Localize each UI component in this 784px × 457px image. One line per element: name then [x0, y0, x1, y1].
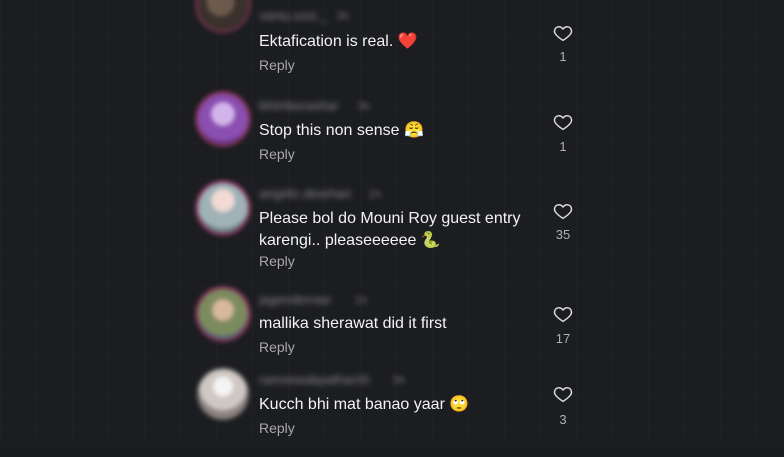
comment-text: Kucch bhi mat banao yaar 🙄	[259, 393, 469, 415]
comment-time: 1h	[368, 187, 382, 201]
reply-button[interactable]: Reply	[259, 146, 295, 162]
avatar[interactable]	[198, 183, 248, 233]
heart-outline-icon[interactable]	[553, 202, 573, 220]
heart-outline-icon[interactable]	[553, 305, 573, 323]
eye-roll-emoji: 🙄	[449, 394, 470, 413]
comment-body: Kucch bhi mat banao yaar	[259, 396, 445, 413]
like-count: 1	[559, 139, 567, 154]
avatar[interactable]	[198, 94, 248, 144]
comments-list: vaniu.xxxi._ 3h Ektafication is real. ❤️…	[0, 0, 784, 441]
comment-text: mallika sherawat did it first	[259, 313, 447, 334]
like-count: 1	[559, 49, 567, 64]
comment-username[interactable]: bhimborashar	[259, 98, 339, 113]
comment-item: bhimborashar 3h Stop this non sense 😤 Re…	[0, 90, 784, 180]
reply-button[interactable]: Reply	[259, 57, 295, 73]
reply-button[interactable]: Reply	[259, 420, 295, 436]
heart-emoji: ❤️	[397, 31, 418, 50]
like-count: 35	[555, 227, 571, 242]
comment-body: Ektafication is real.	[259, 33, 394, 50]
comment-username[interactable]: vaniu.xxxi._	[259, 8, 327, 23]
avatar[interactable]	[198, 0, 248, 30]
heart-outline-icon[interactable]	[553, 385, 573, 403]
comment-body: mallika sherawat did it first	[259, 315, 447, 332]
reply-button[interactable]: Reply	[259, 339, 295, 355]
like-count: 3	[559, 412, 567, 427]
comment-time: 1h	[354, 293, 368, 307]
comment-text: Please bol do Mouni Roy guest entry kare…	[259, 208, 529, 251]
comment-item: angelic.dearhan 1h Please bol do Mouni R…	[0, 180, 784, 270]
comment-time: 3h	[392, 373, 406, 387]
reply-button[interactable]: Reply	[259, 253, 295, 269]
heart-outline-icon[interactable]	[553, 113, 573, 131]
comment-text: Stop this non sense 😤	[259, 119, 424, 141]
comment-time: 3h	[357, 99, 371, 113]
comment-item: jagenderraw 1h mallika sherawat did it f…	[0, 286, 784, 376]
comment-text: Ektafication is real. ❤️	[259, 30, 418, 52]
comment-username[interactable]: jagenderraw	[259, 292, 331, 307]
comment-username[interactable]: angelic.dearhan	[259, 186, 352, 201]
comment-body: Please bol do Mouni Roy guest entry kare…	[259, 210, 521, 249]
avatar[interactable]	[198, 289, 248, 339]
comment-time: 3h	[336, 9, 350, 23]
comment-item: vaniu.xxxi._ 3h Ektafication is real. ❤️…	[0, 0, 784, 90]
like-count: 17	[555, 331, 571, 346]
avatar[interactable]	[198, 369, 248, 419]
comment-body: Stop this non sense	[259, 122, 400, 139]
comment-item: ramsewakpatharri0 3h Kucch bhi mat banao…	[0, 367, 784, 457]
comment-username[interactable]: ramsewakpatharri0	[259, 372, 370, 387]
heart-outline-icon[interactable]	[553, 24, 573, 42]
angry-face-emoji: 😤	[404, 120, 424, 139]
snake-emoji: 🐍	[420, 230, 441, 249]
